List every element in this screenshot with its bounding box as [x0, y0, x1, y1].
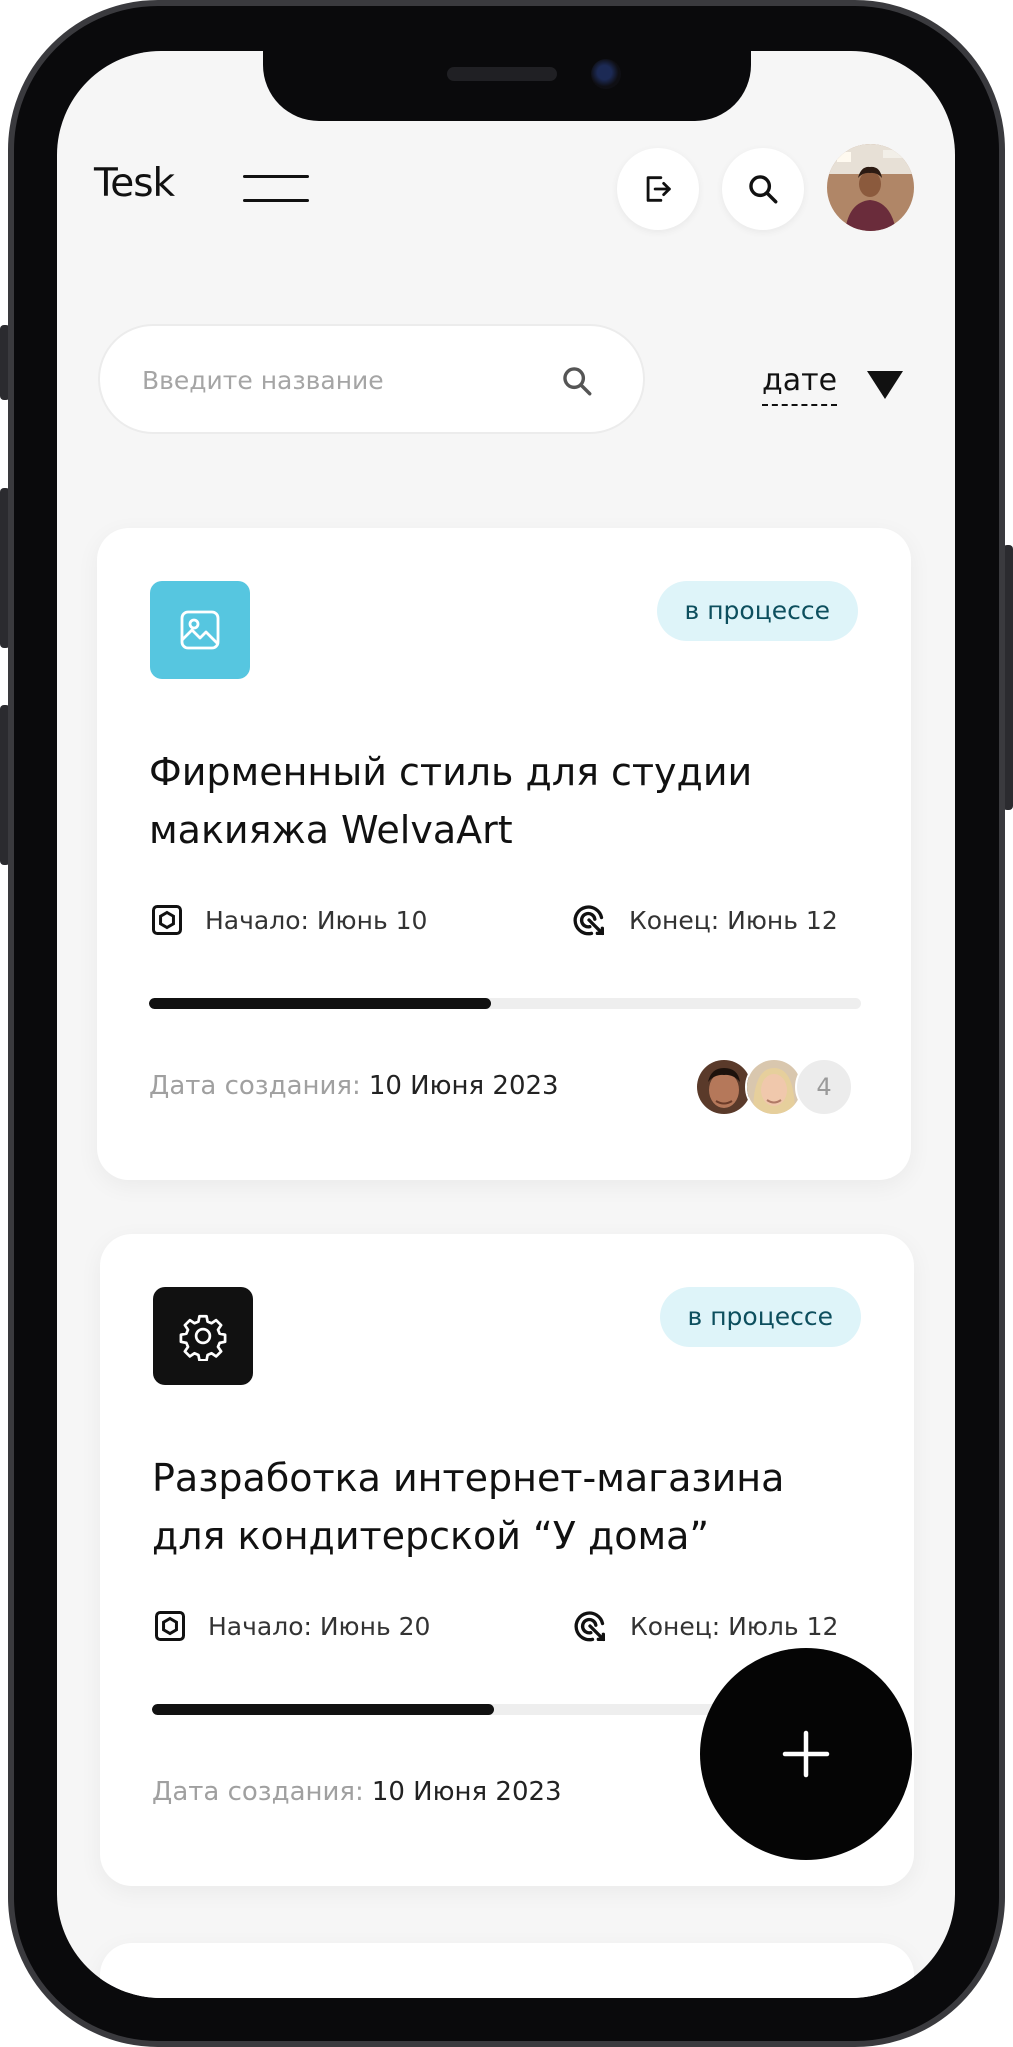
- created-value: 10 Июня 2023: [368, 1071, 559, 1101]
- project-title-line: Фирменный стиль для студии: [149, 750, 753, 794]
- menu-icon-line-top: [243, 175, 309, 178]
- menu-button[interactable]: [243, 175, 309, 205]
- project-title-line: Разработка интернет-магазина: [152, 1456, 785, 1500]
- start-date-text: Начало: Июнь 20: [208, 1611, 431, 1641]
- target-icon: [573, 905, 604, 936]
- project-title: Разработка интернет-магазина для кондите…: [152, 1449, 872, 1565]
- image-icon: [180, 610, 220, 650]
- status-badge: в процессе: [659, 1287, 861, 1347]
- search-button[interactable]: [722, 148, 804, 230]
- logout-button[interactable]: [617, 148, 699, 230]
- project-title-line: макияжа WelvaArt: [149, 808, 513, 852]
- project-card[interactable]: в процессе Фирменный стиль для студии ма…: [97, 528, 911, 1180]
- notch: [263, 51, 751, 121]
- start-date-text: Начало: Июнь 10: [205, 905, 428, 935]
- progress-fill: [149, 998, 491, 1009]
- gear-icon: [179, 1314, 227, 1361]
- logout-icon: [646, 176, 671, 202]
- project-card[interactable]: [100, 1943, 914, 1998]
- created-label: Дата создания:: [152, 1777, 364, 1807]
- member-avatar-photo: [747, 1060, 801, 1114]
- end-date: Конец: Июль 12: [570, 1606, 838, 1646]
- progress-bar: [149, 998, 861, 1009]
- created-date: Дата создания: 10 Июня 2023: [152, 1777, 562, 1807]
- team-members[interactable]: 4: [695, 1058, 853, 1116]
- progress-fill: [152, 1704, 494, 1715]
- end-date-text: Конец: Июнь 12: [629, 905, 838, 935]
- extra-members-count: 4: [795, 1058, 853, 1116]
- end-date: Конец: Июнь 12: [569, 900, 838, 940]
- end-date-text: Конец: Июль 12: [630, 1611, 839, 1641]
- plus-icon: [782, 1730, 830, 1778]
- project-type-icon: [153, 1287, 253, 1385]
- search-input-icon[interactable]: [560, 364, 594, 398]
- search-input[interactable]: [140, 326, 544, 434]
- app-screen: Tesk д: [57, 51, 955, 1998]
- app-logo: Tesk: [94, 161, 175, 206]
- target-icon: [574, 1611, 605, 1642]
- start-icon: [152, 905, 182, 935]
- camera: [591, 59, 621, 89]
- created-label: Дата создания:: [149, 1071, 361, 1101]
- project-type-icon: [150, 581, 250, 679]
- user-avatar[interactable]: [827, 144, 914, 231]
- menu-icon-line-bottom: [243, 199, 309, 202]
- add-project-button[interactable]: [700, 1648, 912, 1860]
- created-date: Дата создания: 10 Июня 2023: [149, 1071, 559, 1101]
- start-date: Начало: Июнь 20: [152, 1606, 430, 1646]
- member-avatar-photo: [697, 1060, 751, 1114]
- project-title: Фирменный стиль для студии макияжа Welva…: [149, 743, 869, 859]
- created-value: 10 Июня 2023: [371, 1777, 562, 1807]
- search-icon: [749, 175, 778, 204]
- status-badge: в процессе: [656, 581, 858, 641]
- user-avatar-photo: [827, 144, 914, 231]
- sort-selector-label[interactable]: дате: [762, 363, 838, 406]
- project-search-box: [98, 324, 645, 434]
- project-title-line: для кондитерской “У дома”: [152, 1514, 710, 1558]
- start-date: Начало: Июнь 10: [149, 900, 427, 940]
- start-icon: [155, 1611, 185, 1641]
- sort-dropdown-arrow-icon[interactable]: [867, 371, 903, 399]
- speaker: [447, 67, 557, 81]
